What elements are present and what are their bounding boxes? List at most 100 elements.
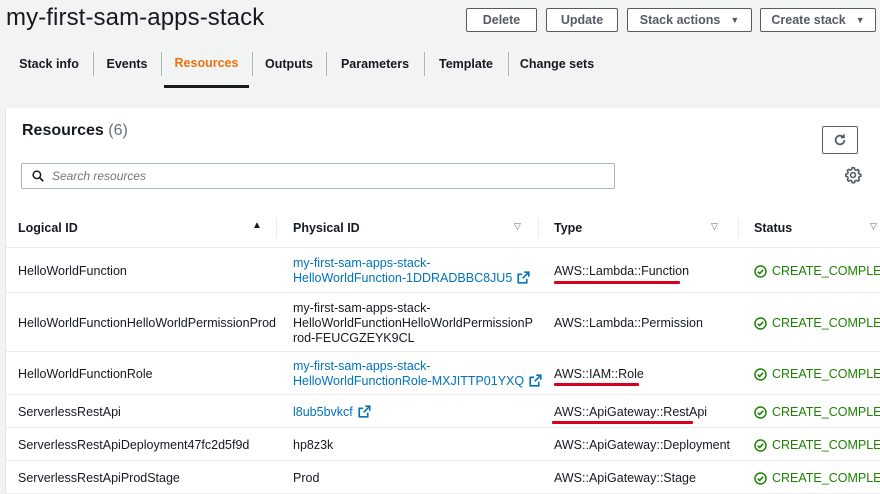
tab-label: Change sets [519,57,595,71]
stack-tabs: Stack info Events Resources Outputs Para… [0,40,880,90]
physical-id-cell: my-first-sam-apps-stack- HelloWorldFunct… [293,353,542,395]
check-circle-icon [754,264,767,278]
stack-actions-button[interactable]: Stack actions ▼ [627,8,752,32]
column-header-status[interactable]: Status [754,208,792,248]
type-cell: AWS::IAM::Role [554,366,644,381]
column-divider [738,218,739,238]
column-divider [276,218,277,238]
status-cell: CREATE_COMPLETE [754,249,880,293]
search-icon [32,170,44,182]
physical-id-line: rod-FEUCGZEYK9CL [293,330,415,345]
tab-label: Outputs [265,57,313,71]
tab-events[interactable]: Events [96,40,158,88]
physical-id-cell: Prod [293,470,320,485]
status-cell: CREATE_COMPLETE [754,353,880,395]
page-header: my-first-sam-apps-stack Delete Update St… [0,0,880,100]
column-divider [538,218,539,238]
logical-id-cell: ServerlessRestApi [18,404,121,419]
tab-divider [326,52,327,76]
logical-id-cell: HelloWorldFunctionRole [18,366,153,381]
check-circle-icon [754,367,767,381]
type-highlight-underline [554,281,680,284]
create-stack-label: Create stack [771,13,846,27]
external-link-icon [517,271,530,284]
tab-template[interactable]: Template [427,40,505,88]
type-highlight-underline [554,383,639,386]
physical-id-cell: my-first-sam-apps-stack- HelloWorldFunct… [293,294,533,352]
check-circle-icon [754,471,767,485]
external-link-icon [529,374,542,387]
tab-parameters[interactable]: Parameters [329,40,421,88]
status-cell: CREATE_COMPLETE [754,462,880,494]
status-text: CREATE_COMPLETE [772,437,880,452]
search-box[interactable] [21,163,615,189]
table-row: HelloWorldFunctionHelloWorldPermissionPr… [6,294,880,352]
delete-button-label: Delete [482,13,521,27]
type-cell: AWS::Lambda::Function [554,263,690,278]
logical-id-cell: ServerlessRestApiDeployment47fc2d5f9d [18,437,250,452]
physical-id-link[interactable]: my-first-sam-apps-stack- HelloWorldFunct… [293,359,542,389]
logical-id-cell: ServerlessRestApiProdStage [18,470,180,485]
check-circle-icon [754,405,767,419]
gear-icon[interactable] [844,166,862,184]
sort-ascending-icon[interactable]: ▲ [252,220,262,231]
table-row: ServerlessRestApi l8ub5bvkcf AWS::ApiGat… [6,396,880,428]
update-button[interactable]: Update [546,8,618,32]
tab-resources[interactable]: Resources [164,40,249,88]
external-link-icon [358,404,371,418]
physical-id-link[interactable]: l8ub5bvkcf [293,405,371,420]
column-header-logical-id[interactable]: Logical ID [18,208,78,248]
physical-id-line: HelloWorldFunction-1DDRADBBC8JU5 [293,271,513,285]
tab-label: Template [439,57,493,71]
tab-divider [93,52,94,76]
stack-actions-label: Stack actions [639,13,721,27]
resources-panel: Resources (6) Logical ID ▲ Physical ID ▽… [6,108,880,494]
physical-id-line: HelloWorldFunctionRole-MXJITTP01YXQ [293,374,525,388]
tab-label: Stack info [19,57,79,71]
table-header: Logical ID ▲ Physical ID ▽ Type ▽ Status… [6,208,880,248]
resources-count: (6) [108,122,128,139]
status-text: CREATE_COMPLETE [772,366,880,381]
status-cell: CREATE_COMPLETE [754,429,880,461]
physical-id-cell: my-first-sam-apps-stack- HelloWorldFunct… [293,249,530,293]
table-row: HelloWorldFunctionRole my-first-sam-apps… [6,353,880,395]
physical-id-line: my-first-sam-apps-stack- [293,300,431,315]
delete-button[interactable]: Delete [466,8,537,32]
tab-label: Resources [174,55,239,70]
status-cell: CREATE_COMPLETE [754,294,880,352]
caret-down-icon: ▼ [855,15,865,25]
table-row: ServerlessRestApiProdStage Prod AWS::Api… [6,462,880,494]
create-stack-button[interactable]: Create stack ▼ [760,8,876,32]
check-circle-icon [754,438,767,452]
tab-outputs[interactable]: Outputs [255,40,323,88]
column-label: Type [554,221,583,235]
physical-id-line: l8ub5bvkcf [293,404,353,419]
physical-id-cell: hp8z3k [293,437,334,452]
sort-icon[interactable]: ▽ [870,221,877,232]
type-cell: AWS::ApiGateway::Deployment [554,437,730,452]
tab-stack-info[interactable]: Stack info [8,40,90,88]
tab-divider [508,52,509,76]
physical-id-cell: l8ub5bvkcf [293,396,371,428]
column-label: Logical ID [18,221,78,235]
column-label: Physical ID [293,221,360,235]
caret-down-icon: ▼ [730,15,740,25]
tab-label: Events [106,57,148,71]
tab-change-sets[interactable]: Change sets [511,40,603,88]
sort-icon[interactable]: ▽ [514,221,521,232]
table-row: ServerlessRestApiDeployment47fc2d5f9d hp… [6,429,880,461]
status-text: CREATE_COMPLETE [772,263,880,278]
search-input[interactable] [52,169,592,183]
type-highlight-underline [552,421,693,424]
update-button-label: Update [560,13,604,27]
sort-icon[interactable]: ▽ [711,221,718,232]
column-header-type[interactable]: Type [554,208,582,248]
physical-id-link[interactable]: my-first-sam-apps-stack- HelloWorldFunct… [293,256,530,286]
tab-divider [252,52,253,76]
resources-heading-text: Resources [22,122,104,139]
column-header-physical-id[interactable]: Physical ID [293,208,360,248]
refresh-button[interactable] [822,126,858,154]
physical-id-line: HelloWorldFunctionHelloWorldPermissionP [293,315,533,330]
status-text: CREATE_COMPLETE [772,315,880,330]
logical-id-cell: HelloWorldFunction [18,263,127,278]
